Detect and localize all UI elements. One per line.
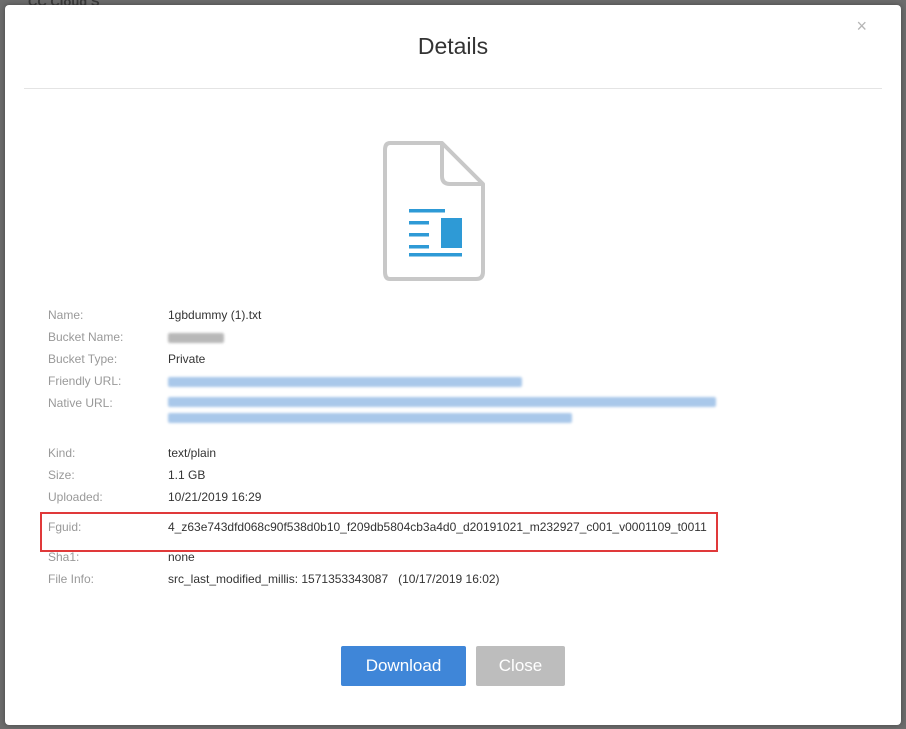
sha1-label: Sha1: <box>48 550 80 564</box>
detail-row-bucket-name: Bucket Name: <box>48 328 728 346</box>
bucket-type-label: Bucket Type: <box>48 352 118 366</box>
detail-row-native-url: Native URL: <box>48 394 728 426</box>
file-info-value: src_last_modified_millis: 1571353343087 … <box>168 572 500 586</box>
file-document-icon <box>383 141 485 281</box>
kind-value: text/plain <box>168 446 217 460</box>
detail-row-name: Name: 1gbdummy (1).txt <box>48 306 728 324</box>
modal-title: Details <box>417 33 489 59</box>
name-value: 1gbdummy (1).txt <box>168 308 262 322</box>
redacted-link-line-1 <box>168 397 716 407</box>
detail-row-friendly-url: Friendly URL: <box>48 372 728 390</box>
detail-row-sha1: Sha1: none <box>48 548 728 566</box>
redacted-link <box>168 376 522 387</box>
detail-row-kind: Kind: text/plain <box>48 444 728 462</box>
download-button[interactable]: Download <box>341 646 466 686</box>
file-details-list: Name: 1gbdummy (1).txt Bucket Name: Buck… <box>40 306 728 592</box>
detail-row-fguid: Fguid: 4_z63e743dfd068c90f538d0b10_f209d… <box>40 512 728 552</box>
detail-row-size: Size: 1.1 GB <box>48 466 728 484</box>
friendly-url-value-redacted[interactable] <box>168 372 720 390</box>
sha1-value: none <box>168 550 195 564</box>
file-info-label: File Info: <box>48 572 95 586</box>
redacted-link-line-2 <box>168 413 572 423</box>
details-modal: × Details Name: 1gbdummy (1).txt Bucket … <box>5 5 901 725</box>
detail-row-file-info: File Info: src_last_modified_millis: 157… <box>48 570 728 588</box>
fguid-label: Fguid: <box>48 520 82 534</box>
name-label: Name: <box>48 308 84 322</box>
friendly-url-label: Friendly URL: <box>48 374 122 388</box>
native-url-value-redacted[interactable] <box>168 394 720 426</box>
bucket-type-value: Private <box>168 352 206 366</box>
close-button[interactable]: Close <box>476 646 565 686</box>
kind-label: Kind: <box>48 446 76 460</box>
uploaded-value: 10/21/2019 16:29 <box>168 490 262 504</box>
redacted-text <box>168 332 224 343</box>
bucket-name-label: Bucket Name: <box>48 330 124 344</box>
size-value: 1.1 GB <box>168 468 206 482</box>
size-label: Size: <box>48 468 75 482</box>
detail-row-uploaded: Uploaded: 10/21/2019 16:29 <box>48 488 728 506</box>
modal-actions: Download Close <box>341 646 565 686</box>
native-url-label: Native URL: <box>48 396 113 410</box>
fguid-value: 4_z63e743dfd068c90f538d0b10_f209db5804cb… <box>168 520 707 534</box>
detail-row-bucket-type: Bucket Type: Private <box>48 350 728 368</box>
uploaded-label: Uploaded: <box>48 490 103 504</box>
bucket-name-value-redacted <box>168 328 720 346</box>
header-divider <box>24 88 882 89</box>
